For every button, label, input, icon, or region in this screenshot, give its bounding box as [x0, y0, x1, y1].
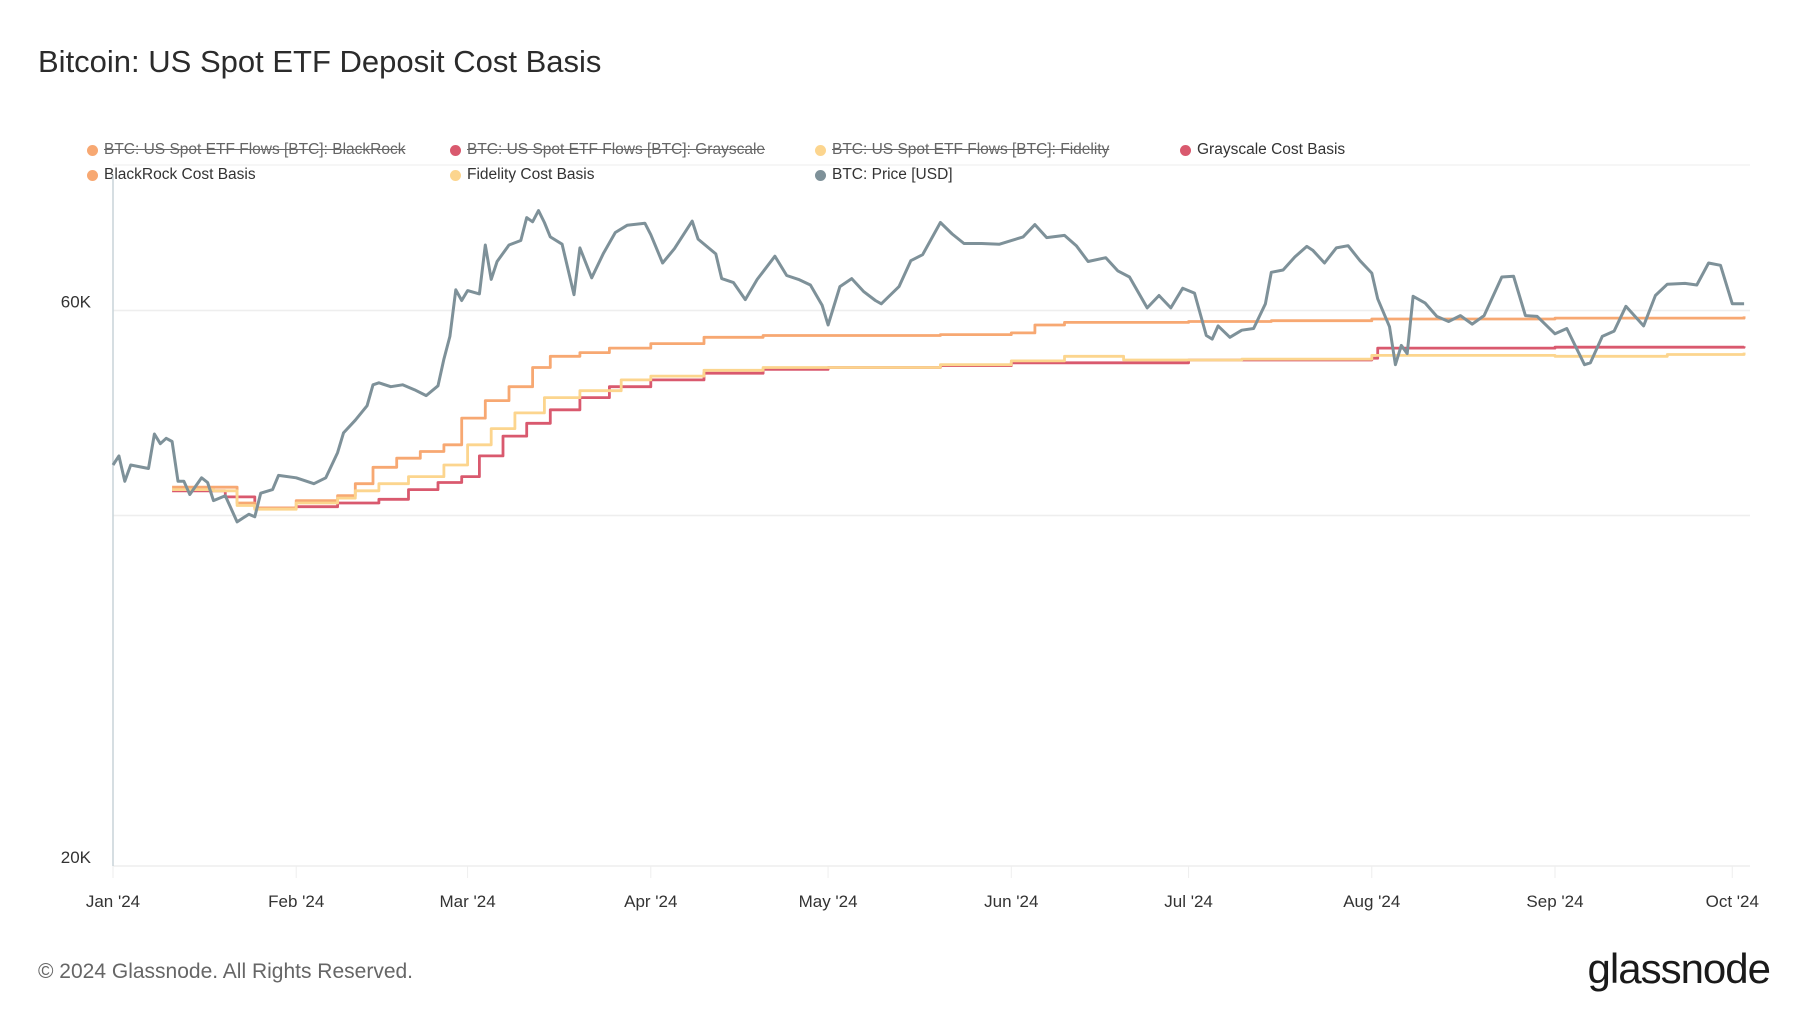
x-tick-label: Sep '24	[1526, 892, 1583, 911]
x-tick-label: Jul '24	[1164, 892, 1213, 911]
x-tick-label: Oct '24	[1706, 892, 1759, 911]
x-tick-label: Jan '24	[86, 892, 140, 911]
series-line-fidelity-cost-basis	[172, 352, 1746, 511]
x-tick-label: Jun '24	[984, 892, 1038, 911]
x-tick-label: Aug '24	[1343, 892, 1400, 911]
glassnode-logo: glassnode	[1587, 945, 1771, 992]
x-tick-label: Mar '24	[440, 892, 496, 911]
x-tick-label: Apr '24	[624, 892, 677, 911]
x-tick-label: May '24	[799, 892, 858, 911]
y-tick-label: 60K	[61, 292, 92, 311]
copyright-text: © 2024 Glassnode. All Rights Reserved.	[38, 960, 414, 983]
chart: 20K 60K Jan '24 Feb '24 Mar '24 Apr '24 May '2…	[61, 164, 1759, 911]
y-tick-label: 20K	[61, 848, 92, 867]
x-tick-label: Feb '24	[268, 892, 324, 911]
